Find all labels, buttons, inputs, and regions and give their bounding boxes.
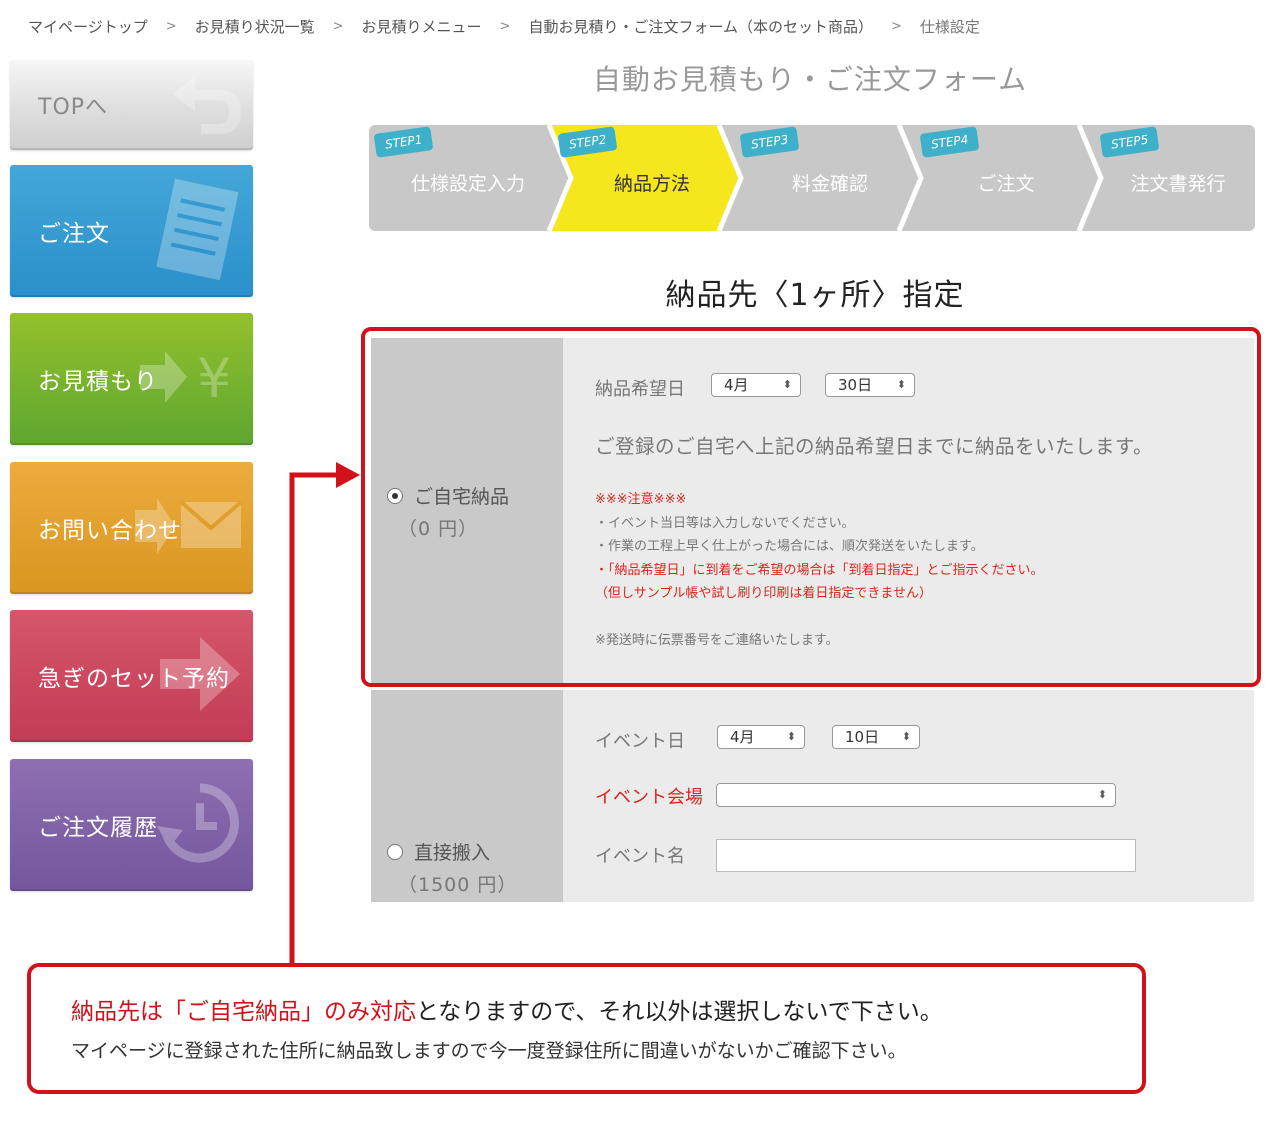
sidebar-rush-label: 急ぎのセット予約	[38, 666, 230, 692]
return-arrow-icon	[165, 68, 245, 142]
notice-box: 納品先は「ご自宅納品」のみ対応となりますので、それ以外は選択しないで下さい。 マ…	[27, 963, 1146, 1094]
document-icon	[145, 174, 245, 288]
notice-line2: マイページに登録された住所に納品致しますので今一度登録住所に間違いがないかご確認…	[71, 1040, 907, 1062]
sidebar-quote-label: お見積もり	[38, 369, 158, 395]
notice-line1-emphasis: 納品先は「ご自宅納品」のみ対応	[71, 999, 416, 1025]
sidebar-contact-label: お問い合わせ	[38, 518, 182, 544]
yen-symbol: ¥	[197, 347, 231, 410]
notice-line1-rest: となりますので、それ以外は選択しないで下さい。	[416, 999, 943, 1025]
sidebar-top-label: TOPへ	[38, 95, 109, 120]
notice-line1: 納品先は「ご自宅納品」のみ対応となりますので、それ以外は選択しないで下さい。	[71, 992, 943, 1026]
sidebar-history-label: ご注文履歴	[38, 815, 158, 841]
history-clock-icon	[155, 778, 245, 872]
sidebar-order-label: ご注文	[38, 221, 110, 247]
